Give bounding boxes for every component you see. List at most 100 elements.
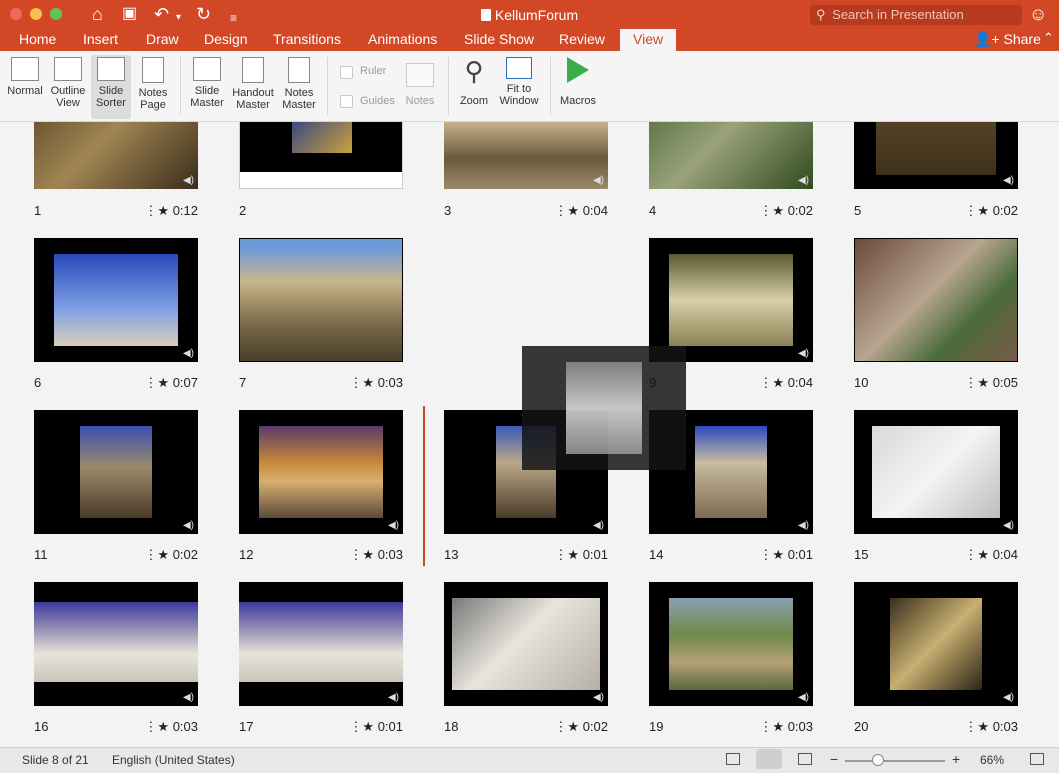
slide-sorter-area[interactable]: ◀) 1 ⋮★ 0:12 2 ◀) 3 ⋮★ 0:04 ◀) 4 ⋮★ 0:02… — [0, 122, 1059, 747]
slide-master-icon — [193, 57, 221, 81]
slide-thumbnail[interactable]: ◀) — [649, 582, 813, 706]
ribbon-separator — [550, 57, 551, 115]
slide-number: 17 — [239, 719, 254, 734]
slide-thumbnail[interactable]: ◀) — [239, 582, 403, 706]
dragged-slide-image — [566, 362, 642, 454]
document-icon — [480, 9, 491, 21]
title-bar: ⌂ ▣ ↶ ▾ ↻ ≡ KellumForum ⚲ Search in Pres… — [0, 0, 1059, 29]
slide-number: 18 — [444, 719, 459, 734]
slide-master-button[interactable]: Slide Master — [187, 57, 227, 109]
zoom-slider[interactable] — [845, 760, 945, 762]
zoom-button[interactable]: ⚲ Zoom — [456, 57, 492, 107]
ruler-checkbox[interactable] — [340, 66, 353, 79]
speaker-icon: ◀) — [797, 175, 809, 186]
slide-image — [54, 254, 178, 346]
slide-thumbnail[interactable]: ◀) — [649, 238, 813, 362]
slide-thumbnail[interactable]: ◀) — [649, 122, 813, 189]
slide-thumbnail[interactable]: ◀) — [34, 582, 198, 706]
normal-view-status-icon[interactable] — [726, 753, 740, 765]
tab-transitions[interactable]: Transitions — [265, 29, 349, 51]
slide-sorter-status-icon[interactable] — [756, 749, 782, 769]
tab-draw[interactable]: Draw — [138, 29, 187, 51]
speaker-icon: ◀) — [182, 175, 194, 186]
dragged-slide-ghost[interactable] — [522, 346, 686, 470]
slide-timing: ⋮★ 0:07 — [128, 375, 198, 391]
zoom-label: Zoom — [459, 95, 489, 107]
slide-number: 4 — [649, 203, 657, 218]
notes-master-button[interactable]: Notes Master — [279, 57, 319, 111]
slide-time: 0:01 — [377, 719, 403, 734]
guides-checkbox[interactable] — [340, 95, 353, 108]
guides-label: Guides — [360, 95, 395, 107]
status-bar: Slide 8 of 21 English (United States) − … — [0, 747, 1059, 773]
slide-thumbnail[interactable]: ◀) — [854, 122, 1018, 189]
tab-design[interactable]: Design — [196, 29, 256, 51]
outline-view-icon — [54, 57, 82, 81]
slide-time: 0:03 — [172, 719, 198, 734]
slide-number: 12 — [239, 547, 254, 562]
slide-image — [695, 426, 767, 518]
transition-star-icon: ⋮★ — [144, 547, 173, 562]
tab-view[interactable]: View — [620, 29, 677, 51]
slide-image — [239, 602, 403, 682]
normal-view-label: Normal — [7, 85, 43, 97]
collapse-ribbon-icon[interactable]: ⌃ — [1043, 30, 1054, 46]
slide-thumbnail[interactable] — [239, 238, 403, 362]
zoom-in-icon[interactable]: + — [952, 751, 960, 767]
smiley-feedback-icon[interactable]: ☺ — [1029, 4, 1047, 25]
search-icon: ⚲ — [816, 7, 826, 22]
slide-thumbnail[interactable]: ◀) — [239, 410, 403, 534]
tab-animations[interactable]: Animations — [360, 29, 445, 51]
zoom-slider-thumb[interactable] — [872, 754, 884, 766]
slide-thumbnail[interactable]: ◀) — [34, 238, 198, 362]
tab-insert[interactable]: Insert — [75, 29, 126, 51]
presenter-view-status-icon[interactable] — [798, 753, 812, 765]
slide-thumbnail[interactable]: ◀) — [444, 582, 608, 706]
normal-view-button[interactable]: Normal — [4, 57, 46, 97]
handout-master-button[interactable]: Handout Master — [230, 57, 276, 111]
notes-page-button[interactable]: Notes Page — [134, 57, 172, 111]
zoom-level[interactable]: 66% — [980, 753, 1004, 767]
speaker-icon: ◀) — [1002, 175, 1014, 186]
slide-image — [259, 426, 383, 518]
notes-button[interactable]: Notes — [402, 57, 438, 107]
transition-star-icon: ⋮★ — [144, 203, 173, 218]
slide-number: 5 — [854, 203, 862, 218]
slide-timing: ⋮★ 0:03 — [743, 719, 813, 735]
slide-thumbnail[interactable]: ◀) — [854, 582, 1018, 706]
transition-star-icon: ⋮★ — [759, 203, 788, 218]
slide-thumbnail[interactable]: ◀) — [34, 410, 198, 534]
outline-view-label-2: View — [56, 97, 80, 109]
slide-number: 19 — [649, 719, 664, 734]
transition-star-icon: ⋮★ — [964, 719, 993, 734]
slide-number: 14 — [649, 547, 664, 562]
slide-number: 1 — [34, 203, 42, 218]
slide-thumbnail[interactable]: ◀) — [444, 122, 608, 189]
slide-image — [34, 602, 198, 682]
slide-number: 7 — [239, 375, 247, 390]
slide-sorter-label-2: Sorter — [96, 97, 126, 109]
search-input[interactable]: ⚲ Search in Presentation — [810, 5, 1022, 25]
slide-timing: ⋮★ 0:05 — [948, 375, 1018, 391]
slide-thumbnail[interactable]: ◀) — [34, 122, 198, 189]
outline-view-button[interactable]: Outline View — [48, 57, 88, 109]
slide-thumbnail[interactable] — [854, 238, 1018, 362]
fit-slide-icon[interactable] — [1030, 753, 1044, 765]
slide-time: 0:03 — [377, 547, 403, 562]
slide-thumbnail[interactable]: ◀) — [854, 410, 1018, 534]
fit-to-window-label: Fit to — [506, 83, 532, 95]
language-indicator[interactable]: English (United States) — [112, 753, 235, 767]
insertion-marker — [423, 406, 425, 566]
tab-slide-show[interactable]: Slide Show — [456, 29, 542, 51]
slide-sorter-button[interactable]: Slide Sorter — [91, 55, 131, 119]
outline-view-label: Outline — [50, 85, 86, 97]
share-button[interactable]: 👤+ Share — [974, 29, 1041, 51]
slide-image — [669, 598, 793, 690]
zoom-out-icon[interactable]: − — [830, 751, 838, 767]
tab-home[interactable]: Home — [11, 29, 64, 51]
macros-button[interactable]: Macros — [557, 57, 599, 107]
slide-thumbnail[interactable] — [239, 122, 403, 189]
ribbon-separator — [180, 57, 181, 115]
fit-to-window-button[interactable]: Fit to Window — [497, 57, 541, 107]
tab-review[interactable]: Review — [551, 29, 613, 51]
